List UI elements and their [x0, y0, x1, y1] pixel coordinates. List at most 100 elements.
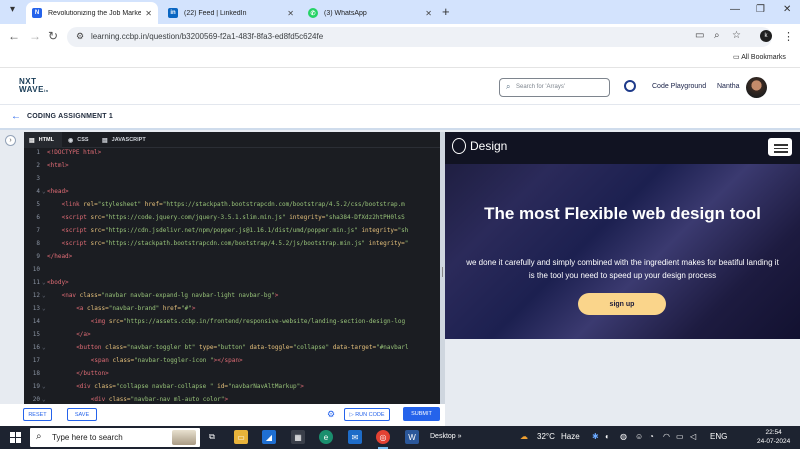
sign-up-button[interactable]: sign up — [578, 293, 666, 315]
notifications-icon[interactable]: ◔ — [649, 432, 654, 441]
browser-menu-icon[interactable]: ⋮ — [783, 30, 794, 43]
streak-gauge-icon[interactable] — [624, 80, 636, 92]
edge-icon[interactable]: e — [319, 430, 333, 444]
nxtwave-logo[interactable]: NXT WAVEin — [19, 78, 49, 95]
code-line[interactable]: 16 ⌄ <button class="navbar-toggler bt" typ… — [24, 344, 440, 357]
chrome-icon[interactable]: ◎ — [376, 430, 390, 449]
minimize-icon[interactable]: — — [730, 4, 740, 15]
back-arrow-icon[interactable]: ← — [11, 111, 21, 122]
task-view-icon[interactable]: ⧉ — [205, 430, 219, 444]
battery-icon[interactable]: ▭ — [676, 432, 684, 441]
user-name[interactable]: Nantha — [717, 83, 740, 90]
submit-button[interactable]: SUBMIT — [403, 407, 440, 421]
save-button[interactable]: SAVE — [67, 408, 97, 421]
code-line[interactable]: 3 — [24, 175, 440, 188]
weather-icon[interactable]: ☁ — [520, 432, 528, 441]
store-icon[interactable]: ▦ — [291, 430, 305, 444]
forward-icon[interactable]: → — [29, 29, 41, 43]
run-code-button[interactable]: ▷ RUN CODE — [344, 408, 390, 421]
line-code: <script src="https://code.jquery.com/jqu… — [47, 214, 405, 221]
code-line[interactable]: 17 <span class="navbar-toggler-icon "></s… — [24, 357, 440, 370]
code-line[interactable]: 20 ⌄ <div class="navbar-nav ml-auto color"… — [24, 396, 440, 404]
code-editor[interactable]: ▤ HTML ◉ CSS ▤ JAVASCRIPT 1 <!DOCTYPE htm… — [24, 132, 440, 404]
fold-chevron-icon[interactable]: ⌄ — [42, 292, 46, 299]
network-icon[interactable]: ◍ — [620, 432, 627, 441]
browser-tab-whatsapp[interactable]: ✆ (3) WhatsApp ✕ — [302, 2, 438, 24]
restore-icon[interactable]: ❐ — [756, 4, 765, 15]
tab-html[interactable]: ▤ HTML — [24, 132, 62, 148]
code-line[interactable]: 2 <html> — [24, 162, 440, 175]
code-line[interactable]: 9 </head> — [24, 253, 440, 266]
zoom-icon[interactable]: ⌕ — [714, 30, 720, 41]
file-explorer-icon[interactable]: ▭ — [234, 430, 248, 444]
browser-tab-ccbp[interactable]: N Revolutionizing the Job Market ✕ — [26, 2, 158, 24]
address-bar[interactable]: ⚙ learning.ccbp.in/question/b3200569-f2a… — [67, 27, 772, 47]
new-tab-button[interactable]: + — [442, 4, 450, 19]
volume-icon[interactable]: ◁ — [690, 432, 696, 441]
site-settings-icon[interactable]: ⚙ — [76, 31, 84, 42]
windows-start-icon[interactable] — [10, 432, 21, 443]
hamburger-menu-icon[interactable] — [768, 138, 792, 156]
close-tab-icon[interactable]: ✕ — [145, 9, 152, 18]
preview-brand[interactable]: Design — [452, 138, 507, 154]
wifi-icon[interactable]: ◠ — [663, 432, 670, 441]
code-line[interactable]: 7 <script src="https://cdn.jsdelivr.net/n… — [24, 227, 440, 240]
close-tab-icon[interactable]: ✕ — [425, 9, 432, 18]
reload-icon[interactable]: ↻ — [48, 29, 58, 43]
css-file-icon: ◉ — [68, 137, 74, 144]
desktop-toolbar[interactable]: Desktop » — [430, 433, 462, 440]
code-line[interactable]: 14 <img src="https://assets.ccbp.in/front… — [24, 318, 440, 331]
line-number: 15 — [32, 331, 40, 338]
code-line[interactable]: 19 ⌄ <div class="collapse navbar-collapse … — [24, 383, 440, 396]
user-avatar[interactable] — [746, 77, 767, 98]
tab-search-icon[interactable]: ▾ — [10, 4, 15, 15]
install-app-icon[interactable]: ▭ — [695, 30, 704, 41]
bookmark-star-icon[interactable]: ☆ — [732, 30, 741, 41]
code-line[interactable]: 8 <script src="https://stackpath.bootstra… — [24, 240, 440, 253]
code-token: "https://stackpath.bootstrapcdn.com/boot… — [162, 201, 405, 208]
code-line[interactable]: 12 ⌄ <nav class="navbar navbar-expand-lg n… — [24, 292, 440, 305]
weather-condition[interactable]: Haze — [561, 432, 580, 441]
fold-chevron-icon[interactable]: ⌄ — [42, 344, 46, 351]
site-search-input[interactable]: ⌕ Search for 'Arrays' — [499, 78, 610, 97]
fold-chevron-icon[interactable]: ⌄ — [42, 305, 46, 312]
photos-icon[interactable]: ◢ — [262, 430, 276, 444]
url-text[interactable]: learning.ccbp.in/question/b3200569-f2a1-… — [91, 32, 323, 41]
code-line[interactable]: 6 <script src="https://code.jquery.com/jq… — [24, 214, 440, 227]
tab-javascript[interactable]: ▤ JAVASCRIPT — [97, 132, 147, 148]
fold-chevron-icon[interactable]: ⌄ — [42, 279, 46, 286]
expand-panel-icon[interactable]: › — [5, 135, 16, 146]
app-tray-icon[interactable]: ◐ — [605, 432, 610, 441]
code-token: "navbarNavAltMarkup" — [227, 383, 301, 390]
mail-icon[interactable]: ✉ — [348, 430, 362, 444]
code-playground-link[interactable]: Code Playground — [652, 83, 706, 90]
code-area[interactable]: 1 <!DOCTYPE html> 2 <html> 3 4 ⌄ <head> 5 <link r… — [24, 149, 440, 404]
code-line[interactable]: 1 <!DOCTYPE html> — [24, 149, 440, 162]
code-line[interactable]: 5 <link rel="stylesheet" href="https://st… — [24, 201, 440, 214]
profile-avatar[interactable]: k — [760, 30, 772, 42]
code-line[interactable]: 15 </a> — [24, 331, 440, 344]
all-bookmarks[interactable]: ▭ All Bookmarks — [733, 53, 786, 61]
settings-gear-icon[interactable]: ⚙ — [327, 409, 335, 420]
bluetooth-icon[interactable]: ✱ — [592, 432, 599, 441]
taskbar-search[interactable]: ⌕ Type here to search — [30, 428, 200, 447]
browser-tab-linkedin[interactable]: in (22) Feed | LinkedIn ✕ — [162, 2, 300, 24]
close-window-icon[interactable]: ✕ — [783, 4, 791, 15]
fold-chevron-icon[interactable]: ⌄ — [42, 188, 46, 195]
reset-button[interactable]: RESET — [23, 408, 52, 421]
language-indicator[interactable]: ENG — [710, 432, 727, 441]
word-icon[interactable]: W — [405, 430, 419, 444]
fold-chevron-icon[interactable]: ⌄ — [42, 383, 46, 390]
back-icon[interactable]: ← — [8, 29, 20, 43]
close-tab-icon[interactable]: ✕ — [287, 9, 294, 18]
code-line[interactable]: 18 </button> — [24, 370, 440, 383]
temperature[interactable]: 32°C — [537, 432, 555, 441]
code-line[interactable]: 13 ⌄ <a class="navbar-brand" href="#"> — [24, 305, 440, 318]
system-clock[interactable]: 22:54 24-07-2024 — [757, 428, 790, 446]
fold-chevron-icon[interactable]: ⌄ — [42, 396, 46, 403]
code-line[interactable]: 4 ⌄ <head> — [24, 188, 440, 201]
code-line[interactable]: 10 — [24, 266, 440, 279]
people-icon[interactable]: ☺ — [635, 432, 643, 441]
code-line[interactable]: 11 ⌄ <body> — [24, 279, 440, 292]
tab-css[interactable]: ◉ CSS — [63, 132, 95, 148]
